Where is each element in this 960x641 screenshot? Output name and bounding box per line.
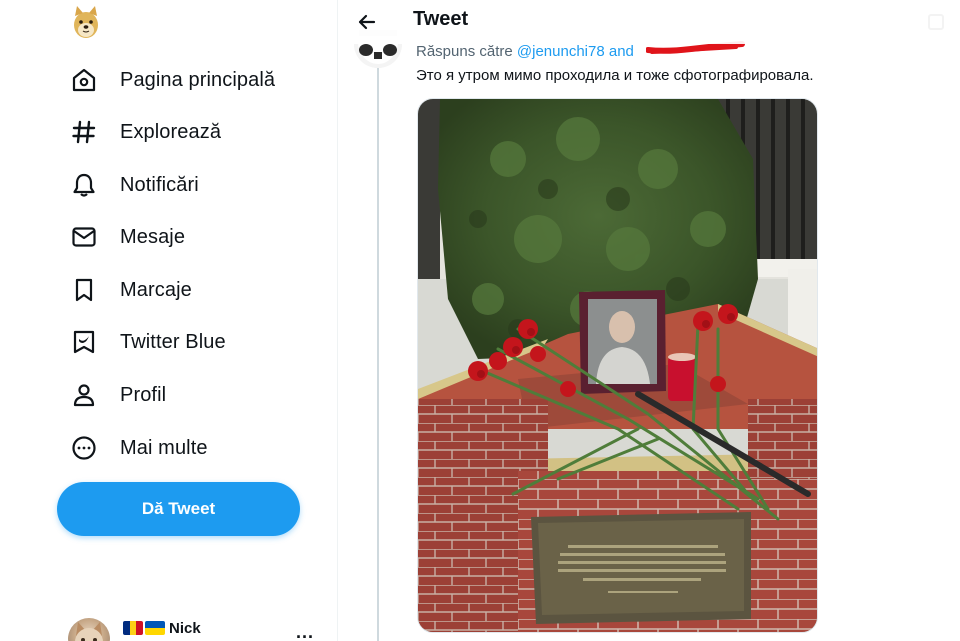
sidebar-item-bookmarks[interactable]: Marcaje — [56, 266, 206, 314]
sidebar-item-label: Mai multe — [120, 436, 208, 459]
sidebar-item-label: Explorează — [120, 120, 222, 143]
sidebar-item-explore[interactable]: Explorează — [56, 108, 235, 156]
envelope-icon — [70, 223, 98, 251]
reply-and: and — [608, 43, 634, 60]
back-button[interactable] — [352, 7, 382, 37]
account-more-button[interactable]: ... — [296, 622, 314, 641]
twitter-blue-icon — [70, 328, 98, 356]
sidebar-item-profile[interactable]: Profil — [56, 371, 180, 419]
sidebar-item-label: Twitter Blue — [120, 330, 226, 353]
home-icon — [70, 66, 98, 94]
sidebar-item-label: Marcaje — [120, 278, 192, 301]
reply-mention-link[interactable]: @jenunchi78 — [517, 43, 605, 60]
header-action-icon[interactable] — [928, 14, 944, 30]
bookmark-icon — [70, 276, 98, 304]
sidebar-item-twitter-blue[interactable]: Twitter Blue — [56, 318, 240, 366]
tweet-photo[interactable] — [417, 98, 818, 633]
page-title: Tweet — [413, 8, 469, 30]
more-circle-icon — [70, 434, 98, 462]
page-header: Tweet — [338, 0, 960, 44]
bell-icon — [70, 171, 98, 199]
tweet-text: Это я утром мимо проходила и тоже сфотог… — [416, 67, 814, 84]
sidebar-item-label: Profil — [120, 383, 167, 406]
arrow-left-icon — [358, 14, 376, 30]
sidebar-item-label: Notificări — [120, 173, 199, 196]
account-name: Nick — [169, 620, 201, 637]
reply-prefix: Răspuns către — [416, 43, 513, 60]
account-switcher[interactable]: Nick ... — [68, 616, 328, 641]
sidebar-item-notifications[interactable]: Notificări — [56, 161, 213, 209]
doge-logo-icon[interactable] — [70, 4, 102, 40]
sidebar-item-label: Mesaje — [120, 225, 186, 248]
tweet-button[interactable]: Dă Tweet — [57, 482, 300, 536]
reply-context: Răspuns către @jenunchi78 and — [416, 43, 634, 60]
account-flags — [123, 621, 165, 635]
sidebar-item-label: Pagina principală — [120, 68, 276, 91]
sidebar-item-home[interactable]: Pagina principală — [56, 56, 289, 104]
main-column: Tweet Răspuns către @jenunchi78 and Это … — [338, 0, 960, 641]
hashtag-icon — [70, 118, 98, 146]
ua-flag-icon — [145, 621, 165, 635]
sidebar-item-more[interactable]: Mai multe — [56, 424, 222, 472]
sidebar-item-messages[interactable]: Mesaje — [56, 213, 199, 261]
avatar — [68, 618, 110, 641]
ro-flag-icon — [123, 621, 143, 635]
thread-line — [377, 64, 379, 641]
person-icon — [70, 381, 98, 409]
sidebar: Pagina principală Explorează Notificări … — [0, 0, 337, 641]
